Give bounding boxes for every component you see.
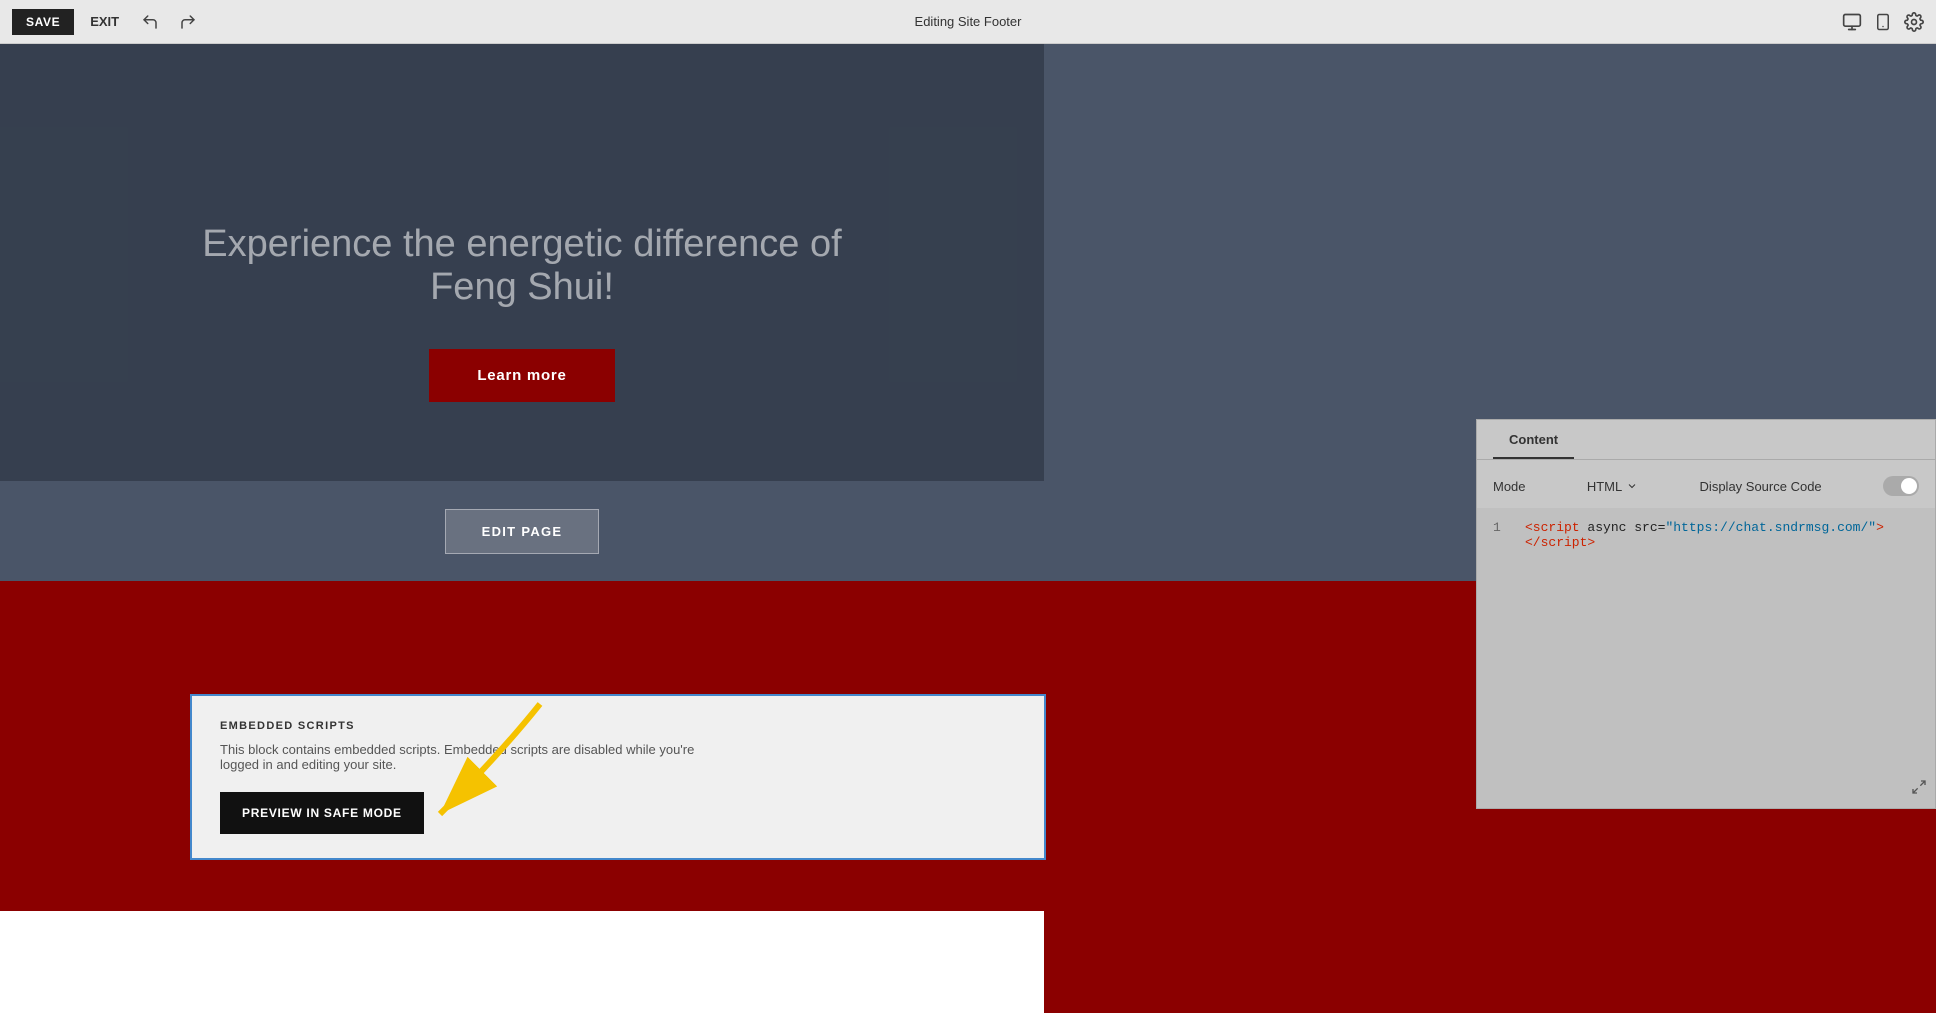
- gear-icon: [1904, 12, 1924, 32]
- display-source-label: Display Source Code: [1700, 479, 1822, 494]
- desktop-icon: [1842, 12, 1862, 32]
- display-source-toggle[interactable]: [1883, 476, 1919, 496]
- undo-button[interactable]: [135, 9, 165, 35]
- mode-label: Mode: [1493, 479, 1526, 494]
- code-line-number: 1: [1493, 520, 1509, 796]
- toolbar-right-icons: [1842, 12, 1924, 32]
- mode-value: HTML: [1587, 479, 1622, 494]
- content-panel: Content Mode HTML Display Source Code 1 …: [1476, 419, 1936, 809]
- code-line-content: <script async src="https://chat.sndrmsg.…: [1525, 520, 1919, 796]
- embedded-scripts-title: EMBEDDED SCRIPTS: [220, 720, 1016, 732]
- code-editor[interactable]: 1 <script async src="https://chat.sndrms…: [1477, 508, 1935, 808]
- mobile-icon: [1874, 12, 1892, 32]
- panel-tabs: Content: [1477, 420, 1935, 460]
- expand-button[interactable]: [1911, 779, 1927, 798]
- edit-page-button[interactable]: EDIT PAGE: [445, 509, 600, 554]
- save-button[interactable]: SAVE: [12, 9, 74, 35]
- mode-row: Mode HTML Display Source Code: [1493, 476, 1919, 496]
- redo-icon: [179, 13, 197, 31]
- desktop-view-button[interactable]: [1842, 12, 1862, 32]
- canvas-area: Experience the energetic difference of F…: [0, 44, 1936, 1013]
- redo-button[interactable]: [173, 9, 203, 35]
- tab-content[interactable]: Content: [1493, 420, 1574, 459]
- embedded-scripts-description: This block contains embedded scripts. Em…: [220, 742, 720, 772]
- toolbar: SAVE EXIT Editing Site Footer: [0, 0, 1936, 44]
- chevron-down-icon: [1626, 480, 1638, 492]
- panel-bottom-right: [1911, 779, 1927, 800]
- panel-body: Mode HTML Display Source Code 1 <script …: [1477, 460, 1935, 808]
- preview-safe-mode-button[interactable]: PREVIEW IN SAFE MODE: [220, 792, 424, 834]
- page-title: Editing Site Footer: [915, 14, 1022, 29]
- settings-button[interactable]: [1904, 12, 1924, 32]
- mode-select[interactable]: HTML: [1587, 479, 1638, 494]
- hero-title: Experience the energetic difference of F…: [172, 223, 872, 309]
- expand-icon: [1911, 779, 1927, 795]
- exit-button[interactable]: EXIT: [82, 10, 127, 33]
- learn-more-button[interactable]: Learn more: [429, 349, 614, 402]
- mobile-view-button[interactable]: [1874, 12, 1892, 32]
- undo-icon: [141, 13, 159, 31]
- edit-page-section: EDIT PAGE: [0, 481, 1044, 581]
- embedded-scripts-panel: EMBEDDED SCRIPTS This block contains emb…: [190, 694, 1046, 860]
